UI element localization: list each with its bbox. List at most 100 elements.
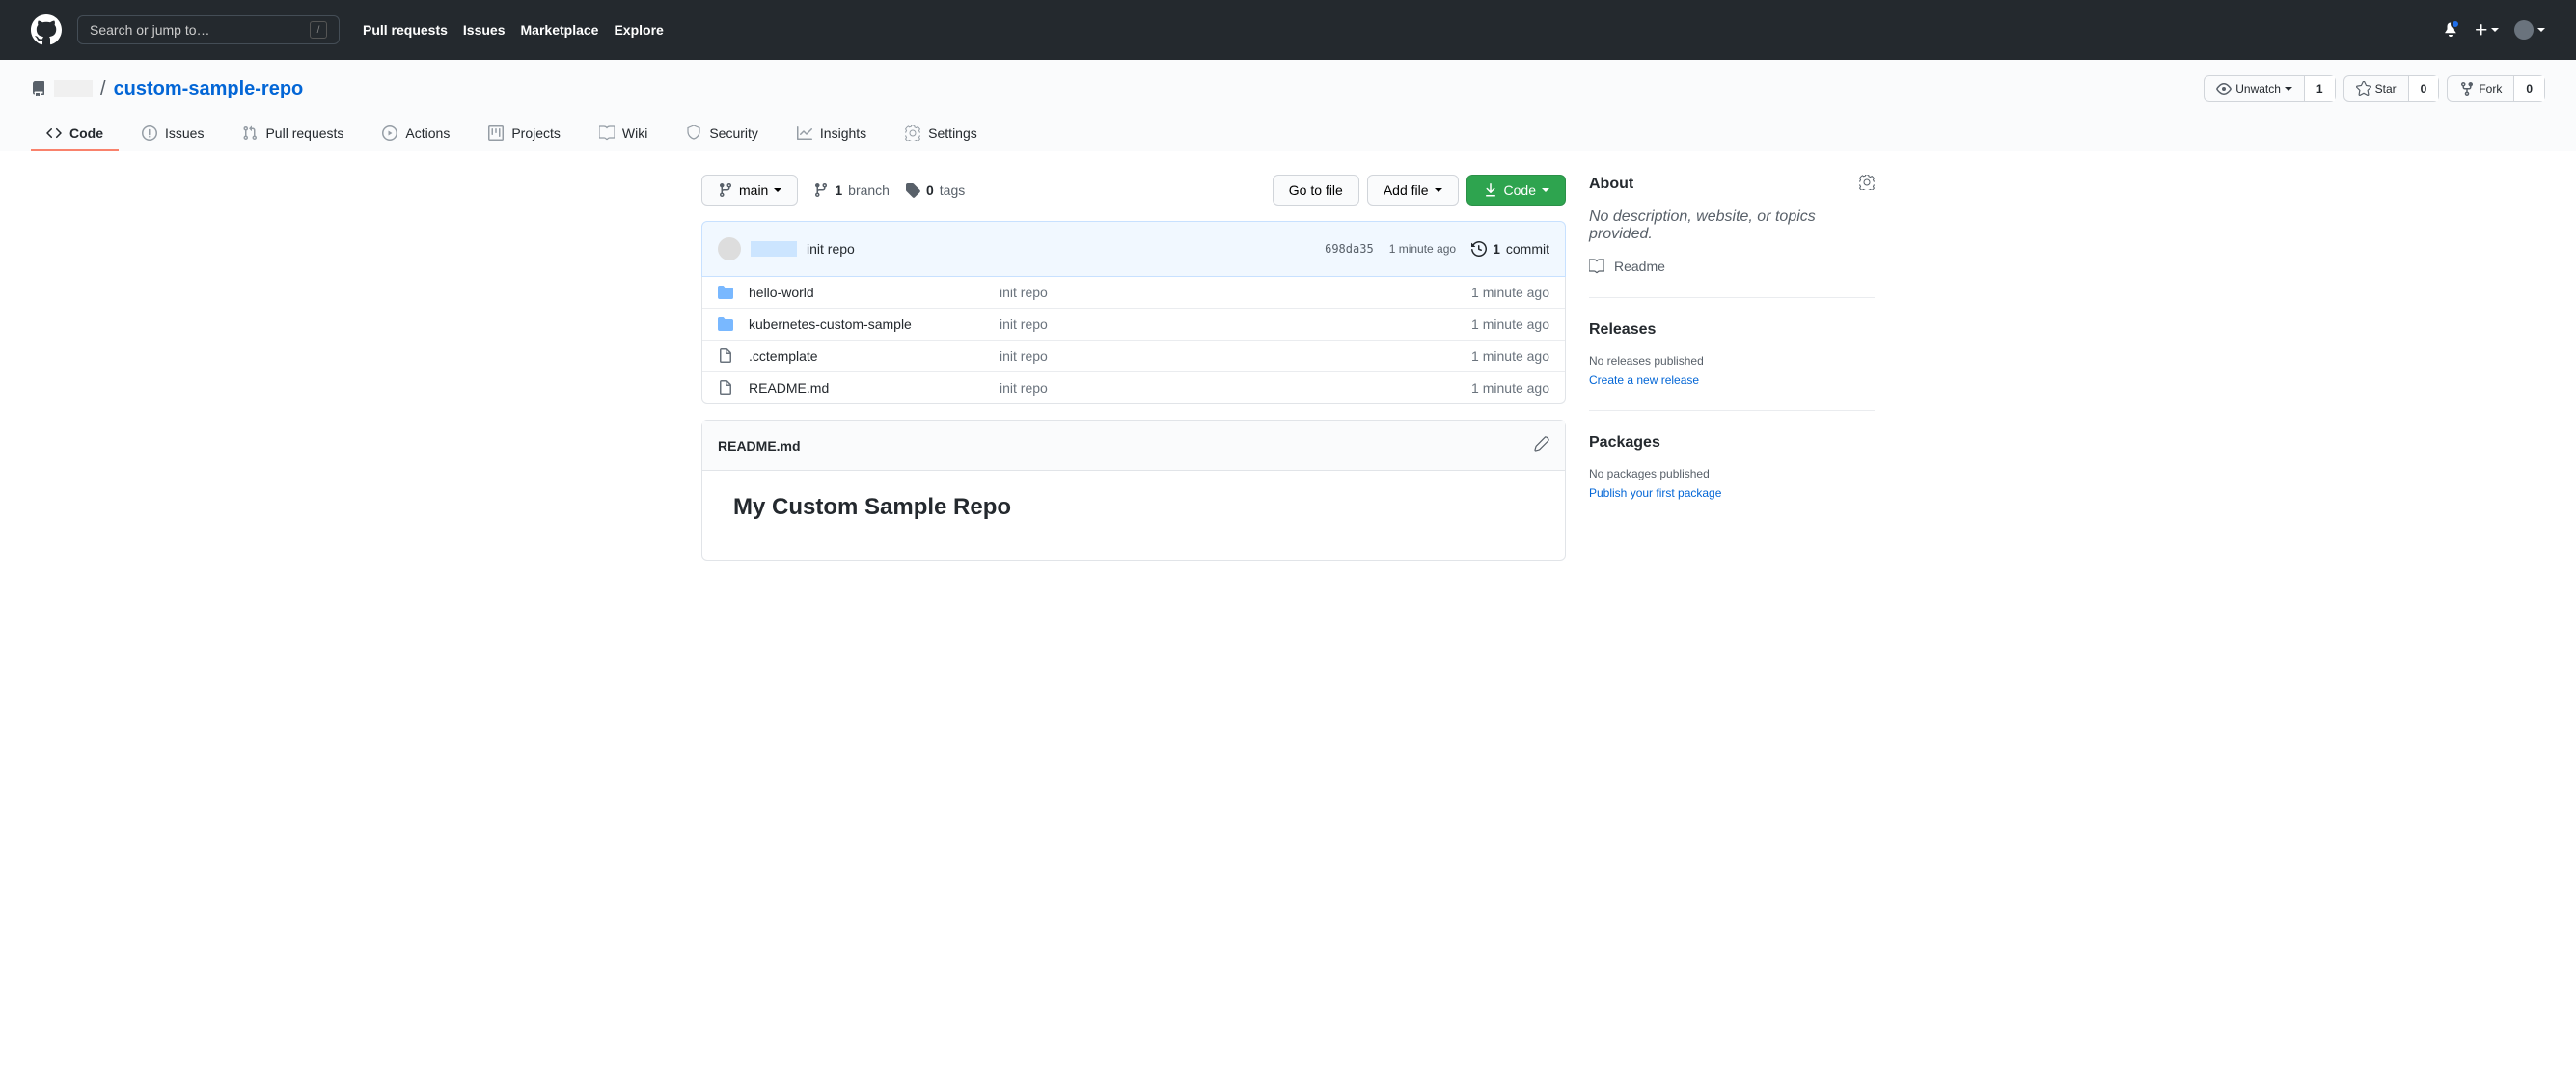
file-name-link[interactable]: .cctemplate [749, 348, 818, 364]
repo-owner-redacted[interactable] [54, 80, 93, 97]
file-commit-message[interactable]: init repo [1000, 380, 1471, 396]
code-icon [46, 125, 62, 141]
tab-code[interactable]: Code [31, 118, 119, 151]
search-input[interactable] [90, 22, 310, 38]
file-commit-time: 1 minute ago [1471, 285, 1549, 300]
file-commit-message[interactable]: init repo [1000, 348, 1471, 364]
unwatch-label: Unwatch [2235, 82, 2281, 96]
file-commit-time: 1 minute ago [1471, 316, 1549, 332]
user-menu-dropdown[interactable] [2514, 20, 2545, 40]
tab-actions-label: Actions [405, 125, 450, 141]
packages-title: Packages [1589, 434, 1660, 452]
file-name-link[interactable]: kubernetes-custom-sample [749, 316, 912, 332]
nav-explore[interactable]: Explore [614, 22, 663, 38]
readme-heading: My Custom Sample Repo [733, 494, 1534, 521]
tab-pulls[interactable]: Pull requests [227, 118, 359, 151]
commit-message[interactable]: init repo [807, 241, 855, 257]
graph-icon [797, 125, 812, 141]
publish-package-link[interactable]: Publish your first package [1589, 486, 1721, 500]
tab-issues[interactable]: Issues [126, 118, 219, 151]
caret-down-icon [2537, 28, 2545, 32]
watchers-count[interactable]: 1 [2304, 76, 2335, 101]
book-icon [1589, 259, 1604, 274]
tab-actions[interactable]: Actions [367, 118, 465, 151]
file-commit-message[interactable]: init repo [1000, 316, 1471, 332]
file-row: README.mdinit repo1 minute ago [702, 371, 1565, 403]
tab-insights-label: Insights [820, 125, 866, 141]
watch-button-group: Unwatch 1 [2204, 75, 2335, 102]
tab-wiki[interactable]: Wiki [584, 118, 663, 151]
global-header: / Pull requests Issues Marketplace Explo… [0, 0, 2576, 60]
unwatch-button[interactable]: Unwatch [2205, 76, 2304, 101]
branch-switcher[interactable]: main [701, 175, 798, 206]
pull-request-icon [242, 125, 258, 141]
tab-insights[interactable]: Insights [781, 118, 882, 151]
github-logo[interactable] [31, 14, 62, 45]
download-icon [1483, 182, 1498, 198]
file-name-link[interactable]: README.md [749, 380, 829, 396]
caret-down-icon [1435, 188, 1442, 192]
tag-count-label: tags [940, 182, 965, 198]
play-icon [382, 125, 397, 141]
tab-settings[interactable]: Settings [890, 118, 993, 151]
go-to-file-button[interactable]: Go to file [1273, 175, 1359, 206]
repo-name-link[interactable]: custom-sample-repo [114, 78, 304, 100]
tab-security-label: Security [709, 125, 758, 141]
packages-empty: No packages published [1589, 467, 1875, 480]
repo-icon [31, 81, 46, 96]
project-icon [488, 125, 504, 141]
nav-issues[interactable]: Issues [463, 22, 506, 38]
file-icon [718, 380, 737, 396]
notifications-button[interactable] [2443, 21, 2458, 40]
fork-button[interactable]: Fork [2448, 76, 2513, 101]
tab-wiki-label: Wiki [622, 125, 647, 141]
about-section: About No description, website, or topics… [1589, 175, 1875, 298]
tab-projects[interactable]: Projects [473, 118, 576, 151]
commits-label: commit [1506, 241, 1549, 257]
branch-name: main [739, 182, 768, 198]
create-release-link[interactable]: Create a new release [1589, 373, 1699, 387]
commit-sha[interactable]: 698da35 [1325, 242, 1374, 256]
create-new-dropdown[interactable] [2474, 22, 2499, 38]
branch-icon [813, 182, 829, 198]
edit-readme-button[interactable] [1534, 436, 1549, 454]
caret-down-icon [774, 188, 781, 192]
tab-security[interactable]: Security [671, 118, 774, 151]
global-search[interactable]: / [77, 15, 340, 44]
file-name-link[interactable]: hello-world [749, 285, 814, 300]
file-commit-message[interactable]: init repo [1000, 285, 1471, 300]
commit-author-avatar[interactable] [718, 237, 741, 260]
folder-icon [718, 285, 737, 300]
issue-icon [142, 125, 157, 141]
readme-filename: README.md [718, 438, 801, 453]
tab-pulls-label: Pull requests [265, 125, 343, 141]
branch-icon [718, 182, 733, 198]
code-button[interactable]: Code [1466, 175, 1566, 206]
stars-count[interactable]: 0 [2408, 76, 2439, 101]
tag-icon [905, 182, 920, 198]
history-icon [1471, 241, 1487, 257]
commits-link[interactable]: 1 commit [1471, 241, 1549, 257]
packages-section: Packages No packages published Publish y… [1589, 434, 1875, 523]
add-file-label: Add file [1384, 182, 1429, 198]
tags-link[interactable]: 0 tags [905, 182, 965, 198]
commit-author-redacted[interactable] [751, 241, 797, 257]
notification-dot-icon [2451, 19, 2460, 29]
readme-box: README.md My Custom Sample Repo [701, 420, 1566, 561]
forks-count[interactable]: 0 [2513, 76, 2544, 101]
branches-link[interactable]: 1 branch [813, 182, 890, 198]
eye-icon [2216, 81, 2232, 96]
add-file-button[interactable]: Add file [1367, 175, 1459, 206]
file-row: kubernetes-custom-sample init repo1 minut… [702, 308, 1565, 340]
branch-count: 1 [835, 182, 842, 198]
path-separator: / [100, 78, 106, 100]
readme-link[interactable]: Readme [1589, 259, 1875, 274]
caret-down-icon [2285, 87, 2292, 91]
star-button[interactable]: Star [2344, 76, 2408, 101]
fork-button-group: Fork 0 [2447, 75, 2545, 102]
file-row: .cctemplateinit repo1 minute ago [702, 340, 1565, 371]
nav-marketplace[interactable]: Marketplace [521, 22, 599, 38]
about-settings-button[interactable] [1859, 175, 1875, 193]
nav-pull-requests[interactable]: Pull requests [363, 22, 448, 38]
fork-icon [2459, 81, 2475, 96]
